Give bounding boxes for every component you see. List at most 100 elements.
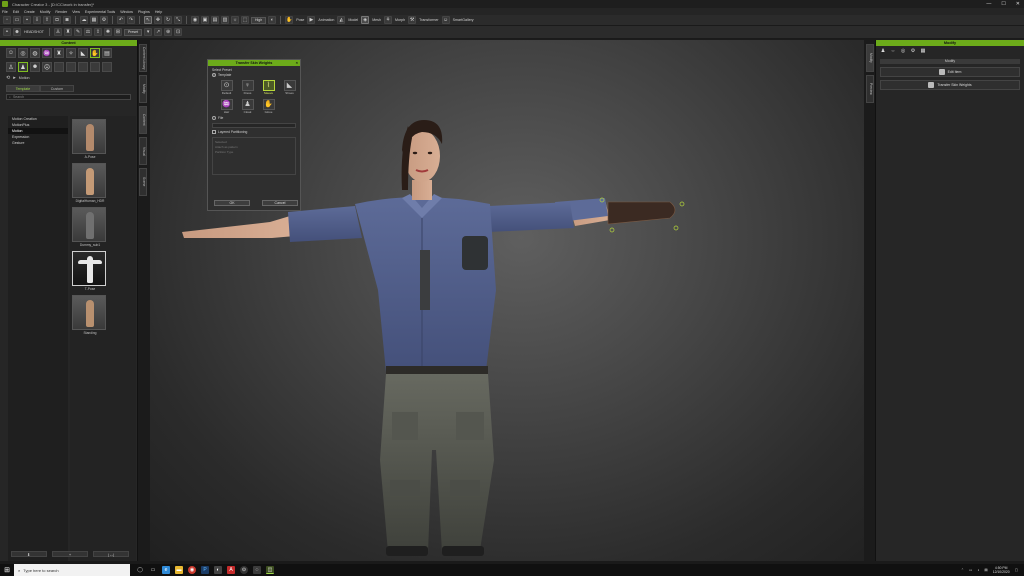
- cancel-button[interactable]: Cancel: [262, 200, 298, 206]
- pose-icon[interactable]: ✋: [90, 48, 100, 58]
- template-glove[interactable]: ✋ Glove: [260, 99, 277, 114]
- select-tool-icon[interactable]: ↖: [144, 16, 152, 24]
- template-radio[interactable]: [212, 73, 216, 78]
- export-fbx-icon[interactable]: ⇪: [93, 28, 102, 36]
- file-option[interactable]: File: [208, 116, 300, 121]
- download-button[interactable]: ⬇: [10, 551, 47, 557]
- task-view-icon[interactable]: ▭: [149, 566, 157, 574]
- vtab-modify[interactable]: Modify: [139, 75, 147, 103]
- menu-plugins[interactable]: Plugins: [138, 10, 150, 14]
- transfer-skin-weights-button[interactable]: Transfer Skin Weights: [880, 80, 1020, 90]
- thumbnail-a-pose[interactable]: [72, 119, 106, 154]
- mesh-icon[interactable]: ◈: [361, 16, 370, 24]
- sculpt-icon[interactable]: ✎: [73, 28, 82, 36]
- photoshop-icon[interactable]: P: [201, 566, 209, 574]
- object-icon[interactable]: ⇔: [890, 48, 896, 54]
- menu-file[interactable]: File: [2, 10, 8, 14]
- dialog-close-icon[interactable]: ×: [296, 60, 298, 66]
- template-sleeve[interactable]: ⌇ Sleeve: [260, 80, 277, 95]
- clock[interactable]: 4:50 PM 12/10/2020: [993, 566, 1010, 574]
- search-field[interactable]: ⌕ Search: [6, 94, 131, 100]
- notification-icon[interactable]: ▢: [1015, 568, 1018, 572]
- target-icon[interactable]: ⊕: [164, 28, 173, 36]
- breadcrumb[interactable]: Motion: [19, 76, 30, 80]
- vtab-preview[interactable]: Preview: [866, 75, 874, 103]
- rotate-tool-icon[interactable]: ↻: [164, 16, 172, 24]
- cloud-icon[interactable]: ☁: [80, 16, 88, 24]
- back-icon[interactable]: ⟲: [6, 75, 10, 81]
- settings-icon[interactable]: ⚙: [100, 16, 108, 24]
- menu-modify[interactable]: Modify: [40, 10, 51, 14]
- weight-icon[interactable]: ⚖: [83, 28, 92, 36]
- menu-create[interactable]: Create: [24, 10, 35, 14]
- template-default[interactable]: ⊙ Default: [218, 80, 235, 95]
- morph-icon[interactable]: ⚘: [383, 16, 392, 24]
- empty-slot-icon-3[interactable]: [78, 62, 88, 72]
- body-icon[interactable]: ♙: [6, 62, 16, 72]
- layered-partitioning-option[interactable]: Layered Partitioning: [208, 130, 300, 135]
- quality-dropdown[interactable]: High: [251, 16, 267, 24]
- volume-icon[interactable]: ◖: [977, 568, 979, 572]
- model-button[interactable]: Model: [347, 18, 359, 22]
- snapshot-icon[interactable]: ◘: [53, 16, 61, 24]
- dialog-title-bar[interactable]: Transfer Skin Weights ×: [208, 60, 300, 66]
- smartgallery-button[interactable]: SmartGallery: [452, 18, 475, 22]
- tab-custom[interactable]: Custom: [40, 85, 74, 92]
- render-icon[interactable]: ◙: [63, 16, 71, 24]
- scale-tool-icon[interactable]: ⤡: [174, 16, 182, 24]
- language-icon[interactable]: ▤: [984, 568, 987, 572]
- template-shoes[interactable]: ◣ Shoes: [281, 80, 298, 95]
- animation-button[interactable]: Animation: [317, 18, 335, 22]
- preset-menu-icon[interactable]: ▾: [144, 28, 153, 36]
- empty-slot-icon-2[interactable]: [66, 62, 76, 72]
- light-icon[interactable]: ☼: [231, 16, 239, 24]
- template-dress[interactable]: ♀ Dress: [239, 80, 256, 95]
- thumbnail-dummy[interactable]: [72, 207, 106, 242]
- uv-icon[interactable]: ⊞: [113, 28, 122, 36]
- wireframe-icon[interactable]: ⬚: [241, 16, 249, 24]
- headshot-button[interactable]: HEADSHOT: [23, 30, 45, 34]
- save-icon[interactable]: ▪: [23, 16, 31, 24]
- morph-icon[interactable]: ◎: [18, 48, 28, 58]
- grid-icon[interactable]: ▦: [920, 48, 926, 54]
- empty-slot-icon-1[interactable]: [54, 62, 64, 72]
- undo-icon[interactable]: ↶: [117, 16, 125, 24]
- new-project-icon[interactable]: ▫: [3, 16, 11, 24]
- chrome-icon[interactable]: ◉: [188, 566, 196, 574]
- export-icon[interactable]: ⇧: [43, 16, 51, 24]
- tree-item[interactable]: Gesture: [8, 140, 68, 146]
- mesh-button[interactable]: Mesh: [371, 18, 382, 22]
- menu-experimental-tools[interactable]: Experimental Tools: [85, 10, 115, 14]
- model-icon[interactable]: ◭: [337, 16, 346, 24]
- tray-arrow-icon[interactable]: ⌃: [961, 568, 964, 572]
- morph-icon[interactable]: ⚙: [910, 48, 916, 54]
- morph-button[interactable]: Morph: [394, 18, 406, 22]
- view-front-icon[interactable]: ▣: [201, 16, 209, 24]
- view-side-icon[interactable]: ▤: [211, 16, 219, 24]
- face-icon[interactable]: ☻: [30, 62, 40, 72]
- vtab-content-library[interactable]: Content Library: [139, 44, 147, 72]
- scene-icon[interactable]: ▤: [102, 48, 112, 58]
- view-top-icon[interactable]: ▥: [221, 16, 229, 24]
- expression-icon[interactable]: ☹: [42, 62, 52, 72]
- motion-icon[interactable]: ♟: [880, 48, 886, 54]
- menu-window[interactable]: Window: [120, 10, 133, 14]
- network-icon[interactable]: ▭: [969, 568, 972, 572]
- taskbar-search[interactable]: ⌕ Type here to search: [14, 564, 130, 576]
- tab-template[interactable]: Template: [6, 85, 40, 92]
- skin-icon[interactable]: ◍: [30, 48, 40, 58]
- import-icon[interactable]: ⇩: [33, 16, 41, 24]
- pose-icon[interactable]: ✋: [285, 16, 294, 24]
- menu-view[interactable]: View: [72, 10, 80, 14]
- material-icon[interactable]: ◎: [900, 48, 906, 54]
- shoe-icon[interactable]: ◣: [78, 48, 88, 58]
- ok-button[interactable]: OK: [214, 200, 250, 206]
- maximize-button[interactable]: ☐: [1001, 1, 1005, 7]
- add-button[interactable]: +: [51, 551, 88, 557]
- render-settings-icon[interactable]: ◐: [268, 16, 277, 24]
- blender-icon[interactable]: ◐: [214, 566, 222, 574]
- transformer-icon[interactable]: ⚒: [408, 16, 417, 24]
- preset-dropdown[interactable]: Preset: [123, 28, 143, 36]
- transformer-button[interactable]: Transformer: [418, 18, 439, 22]
- bake-icon[interactable]: ✺: [103, 28, 112, 36]
